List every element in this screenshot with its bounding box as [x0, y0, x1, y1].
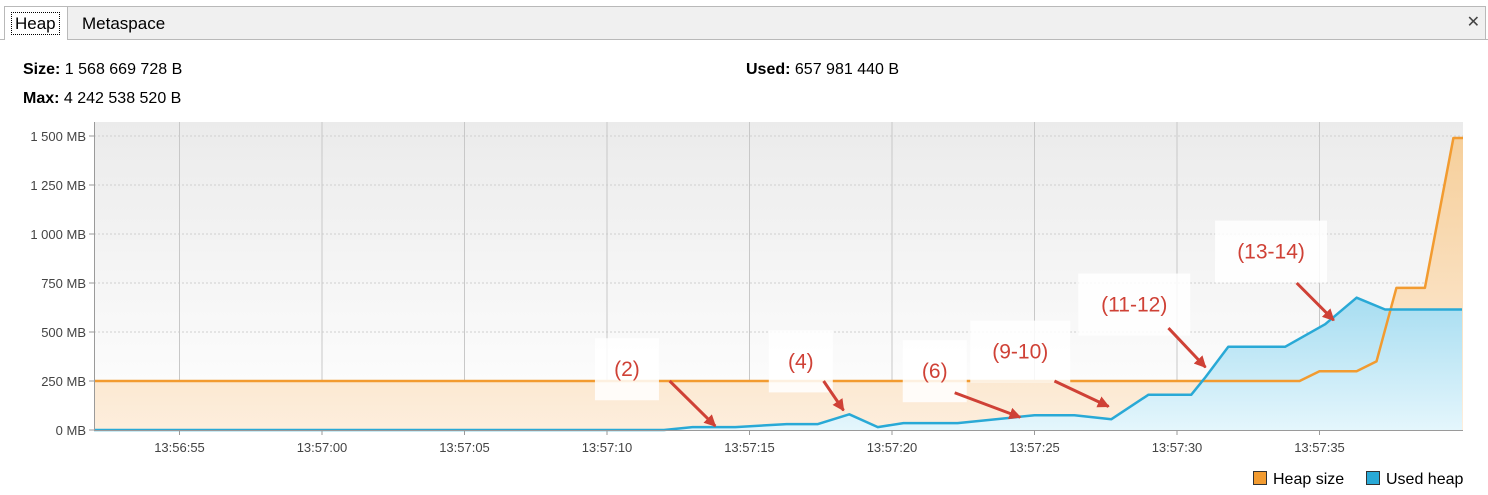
x-tick-label: 13:57:25: [1009, 440, 1060, 455]
y-axis-ticks: 0 MB 250 MB 500 MB 750 MB 1 000 MB 1 250 MB 1 …: [30, 129, 94, 438]
x-tick-label: 13:57:00: [297, 440, 348, 455]
y-tick-label: 0 MB: [56, 423, 86, 438]
annotation-label: (2): [614, 358, 640, 381]
heap-chart: 0 MB 250 MB 500 MB 750 MB 1 000 MB 1 250 MB 1 …: [30, 122, 1463, 455]
annotation-label: (11-12): [1101, 294, 1167, 317]
annotation-label: (6): [922, 360, 948, 383]
x-axis-ticks: 13:56:55 13:57:00 13:57:05 13:57:10 13:57:15…: [154, 430, 1345, 455]
x-tick-label: 13:56:55: [154, 440, 205, 455]
x-tick-label: 13:57:30: [1152, 440, 1203, 455]
legend-used-heap-label: Used heap: [1386, 471, 1464, 488]
x-tick-label: 13:57:20: [867, 440, 918, 455]
y-tick-label: 500 MB: [41, 325, 86, 340]
x-tick-label: 13:57:35: [1294, 440, 1345, 455]
x-tick-label: 13:57:15: [724, 440, 775, 455]
x-tick-label: 13:57:10: [582, 440, 633, 455]
annotation-label: (4): [788, 350, 814, 373]
annotation-label: (9-10): [992, 341, 1048, 364]
used-heap-swatch: [1366, 471, 1380, 485]
legend-heap-size: Heap size: [1253, 471, 1344, 489]
legend-heap-size-label: Heap size: [1273, 471, 1345, 488]
y-tick-label: 750 MB: [41, 276, 86, 291]
y-tick-label: 1 000 MB: [30, 227, 86, 242]
y-tick-label: 1 500 MB: [30, 129, 86, 144]
y-tick-label: 250 MB: [41, 374, 86, 389]
y-tick-label: 1 250 MB: [30, 178, 86, 193]
x-tick-label: 13:57:05: [439, 440, 490, 455]
heap-size-swatch: [1253, 471, 1267, 485]
annotation-label: (13-14): [1237, 241, 1305, 264]
legend-used-heap: Used heap: [1366, 471, 1463, 489]
